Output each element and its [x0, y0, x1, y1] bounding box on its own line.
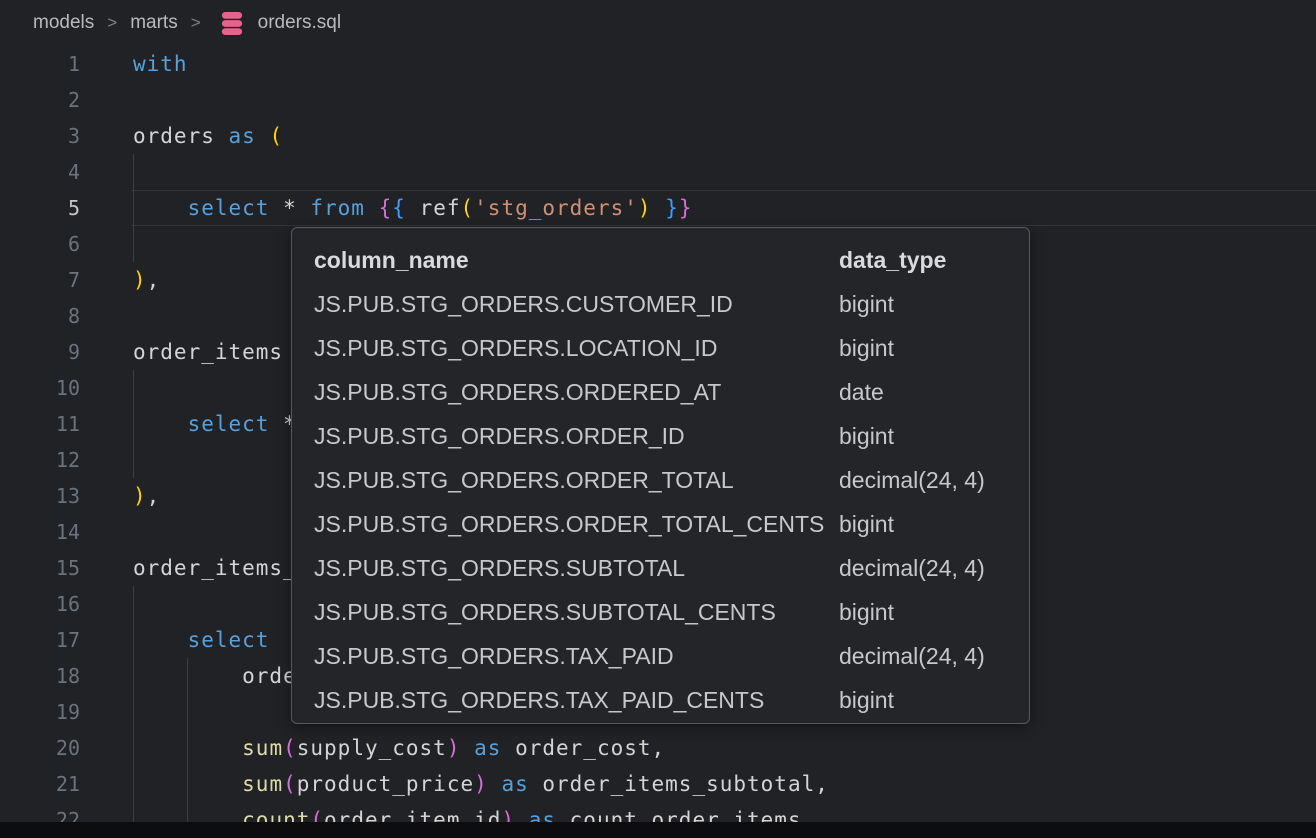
code-text: [131, 82, 1316, 118]
code-text: sum(product_price) as order_items_subtot…: [131, 766, 1316, 802]
popup-row: JS.PUB.STG_ORDERS.CUSTOMER_IDbigint: [314, 282, 1029, 326]
line-number: 5: [0, 190, 131, 226]
popup-cell-data-type: date: [839, 370, 1029, 414]
indent-guide: [133, 370, 134, 478]
code-line[interactable]: 1with: [0, 46, 1316, 82]
line-number: 2: [0, 82, 131, 118]
popup-cell-column-name: JS.PUB.STG_ORDERS.ORDERED_AT: [314, 370, 839, 414]
indent-guide: [187, 658, 188, 838]
breadcrumb: models > marts > orders.sql: [0, 0, 1316, 46]
line-number: 7: [0, 262, 131, 298]
popup-row: JS.PUB.STG_ORDERS.ORDER_IDbigint: [314, 414, 1029, 458]
line-number: 6: [0, 226, 131, 262]
line-number: 4: [0, 154, 131, 190]
line-number: 13: [0, 478, 131, 514]
popup-cell-data-type: bigint: [839, 414, 1029, 458]
popup-cell-column-name: JS.PUB.STG_ORDERS.ORDER_TOTAL_CENTS: [314, 502, 839, 546]
database-icon: [217, 10, 247, 37]
panel-divider: [0, 822, 1316, 838]
code-text: select * from {{ ref('stg_orders') }}: [131, 190, 1316, 226]
editor-window: models > marts > orders.sql 1with23order…: [0, 0, 1316, 838]
code-line[interactable]: 4: [0, 154, 1316, 190]
breadcrumb-item-marts[interactable]: marts: [130, 12, 178, 34]
line-number: 18: [0, 658, 131, 694]
hover-table-popup: column_name data_type JS.PUB.STG_ORDERS.…: [291, 227, 1030, 724]
line-number: 10: [0, 370, 131, 406]
line-number: 8: [0, 298, 131, 334]
line-number: 1: [0, 46, 131, 82]
popup-cell-column-name: JS.PUB.STG_ORDERS.TAX_PAID: [314, 634, 839, 678]
popup-cell-column-name: JS.PUB.STG_ORDERS.SUBTOTAL: [314, 546, 839, 590]
popup-cell-column-name: JS.PUB.STG_ORDERS.CUSTOMER_ID: [314, 282, 839, 326]
popup-cell-data-type: decimal(24, 4): [839, 458, 1029, 502]
line-number: 9: [0, 334, 131, 370]
popup-cell-column-name: JS.PUB.STG_ORDERS.TAX_PAID_CENTS: [314, 678, 839, 722]
line-number: 11: [0, 406, 131, 442]
indent-guide: [133, 586, 134, 838]
code-text: orders as (: [131, 118, 1316, 154]
code-text: with: [131, 46, 1316, 82]
line-number: 20: [0, 730, 131, 766]
popup-row: JS.PUB.STG_ORDERS.SUBTOTAL_CENTSbigint: [314, 590, 1029, 634]
popup-cell-data-type: bigint: [839, 502, 1029, 546]
popup-cell-column-name: JS.PUB.STG_ORDERS.ORDER_TOTAL: [314, 458, 839, 502]
line-number: 19: [0, 694, 131, 730]
popup-row: JS.PUB.STG_ORDERS.ORDER_TOTALdecimal(24,…: [314, 458, 1029, 502]
line-number: 12: [0, 442, 131, 478]
popup-rows: JS.PUB.STG_ORDERS.CUSTOMER_IDbigintJS.PU…: [314, 282, 1029, 722]
popup-row: JS.PUB.STG_ORDERS.ORDER_TOTAL_CENTSbigin…: [314, 502, 1029, 546]
code-text: sum(supply_cost) as order_cost,: [131, 730, 1316, 766]
line-number: 21: [0, 766, 131, 802]
breadcrumb-item-file[interactable]: orders.sql: [258, 12, 341, 34]
line-number: 14: [0, 514, 131, 550]
code-text: [131, 154, 1316, 190]
popup-header-column-name: column_name: [314, 238, 839, 282]
popup-cell-column-name: JS.PUB.STG_ORDERS.ORDER_ID: [314, 414, 839, 458]
code-line[interactable]: 3orders as (: [0, 118, 1316, 154]
popup-row: JS.PUB.STG_ORDERS.LOCATION_IDbigint: [314, 326, 1029, 370]
popup-cell-data-type: bigint: [839, 282, 1029, 326]
popup-cell-data-type: decimal(24, 4): [839, 634, 1029, 678]
popup-cell-data-type: bigint: [839, 678, 1029, 722]
code-line[interactable]: 21 sum(product_price) as order_items_sub…: [0, 766, 1316, 802]
line-number: 16: [0, 586, 131, 622]
popup-header-row: column_name data_type: [314, 238, 1029, 282]
chevron-right-icon: >: [189, 13, 203, 33]
code-line[interactable]: 5 select * from {{ ref('stg_orders') }}: [0, 190, 1316, 226]
popup-row: JS.PUB.STG_ORDERS.TAX_PAIDdecimal(24, 4): [314, 634, 1029, 678]
chevron-right-icon: >: [105, 13, 119, 33]
code-line[interactable]: 20 sum(supply_cost) as order_cost,: [0, 730, 1316, 766]
code-line[interactable]: 2: [0, 82, 1316, 118]
popup-row: JS.PUB.STG_ORDERS.ORDERED_ATdate: [314, 370, 1029, 414]
popup-row: JS.PUB.STG_ORDERS.SUBTOTALdecimal(24, 4): [314, 546, 1029, 590]
popup-cell-data-type: bigint: [839, 326, 1029, 370]
breadcrumb-item-models[interactable]: models: [33, 12, 94, 34]
popup-cell-data-type: bigint: [839, 590, 1029, 634]
indent-guide: [133, 154, 134, 262]
popup-row: JS.PUB.STG_ORDERS.TAX_PAID_CENTSbigint: [314, 678, 1029, 722]
popup-cell-column-name: JS.PUB.STG_ORDERS.SUBTOTAL_CENTS: [314, 590, 839, 634]
popup-cell-column-name: JS.PUB.STG_ORDERS.LOCATION_ID: [314, 326, 839, 370]
popup-cell-data-type: decimal(24, 4): [839, 546, 1029, 590]
line-number: 17: [0, 622, 131, 658]
popup-header-data-type: data_type: [839, 238, 1029, 282]
line-number: 3: [0, 118, 131, 154]
line-number: 15: [0, 550, 131, 586]
